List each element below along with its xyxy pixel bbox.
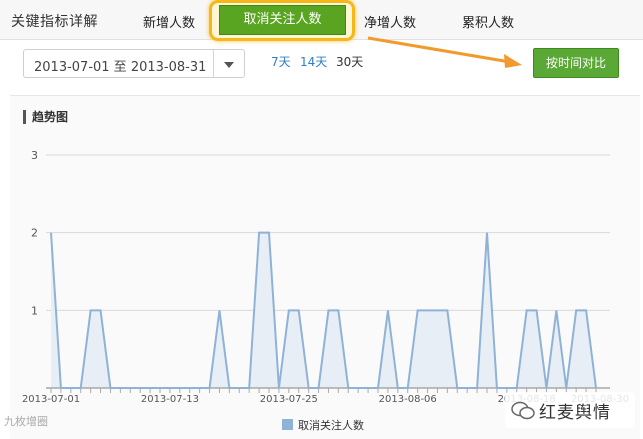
chat-bubbles-icon [511,401,535,420]
trend-chart: 3 2 1 2013-07-01 2013-07-13 2013-07-25 2013-08… [22,149,629,432]
x-tick-label: 2013-07-13 [141,394,199,405]
watermark-left: 九枚增圈 [4,415,48,428]
watermark-right-text: 红麦舆情 [539,403,611,423]
wechat-stats-page: 关键指标详解 新增人数 取消关注人数 净增人数 累积人数 2013-07-01 … [0,0,643,439]
y-tick-label: 3 [31,149,38,162]
x-tick-label: 2013-07-01 [22,394,80,405]
legend-swatch [282,419,293,430]
watermark-logo: 红麦舆情 [505,392,635,428]
y-tick-label: 1 [31,304,38,317]
y-tick-label: 2 [31,227,38,240]
x-tick-label: 2013-07-25 [260,394,318,405]
legend-label: 取消关注人数 [298,418,364,432]
x-tick-label: 2013-08-06 [379,394,437,405]
